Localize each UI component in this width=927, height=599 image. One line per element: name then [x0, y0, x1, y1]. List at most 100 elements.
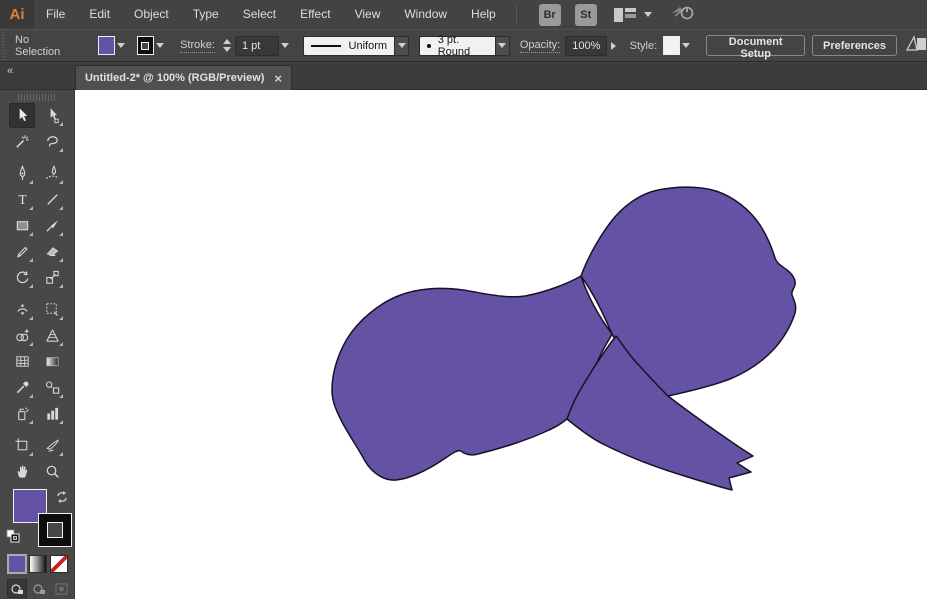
tool-selection[interactable]	[9, 103, 35, 128]
workspace-layout-icon	[613, 7, 636, 22]
tool-shape-builder[interactable]	[9, 323, 35, 348]
tool-perspective-grid[interactable]	[39, 323, 65, 348]
document-tab[interactable]: Untitled-2* @ 100% (RGB/Preview) ×	[75, 65, 292, 90]
tool-symbol-sprayer[interactable]	[9, 401, 35, 426]
draw-normal-icon	[10, 583, 23, 594]
tool-shaper[interactable]	[9, 239, 35, 264]
style-chevron-icon[interactable]	[680, 36, 692, 55]
blob-shape-group[interactable]	[331, 186, 797, 491]
paintbrush-tool-icon	[45, 220, 58, 232]
stroke-label[interactable]: Stroke:	[180, 39, 215, 53]
tool-eraser[interactable]	[39, 239, 65, 264]
draw-inside-button[interactable]	[51, 579, 71, 598]
menu-window[interactable]: Window	[392, 0, 459, 29]
svg-text:T: T	[18, 192, 26, 207]
tool-pen[interactable]	[9, 161, 35, 186]
gpu-performance-icon[interactable]	[670, 3, 696, 26]
tool-line-segment[interactable]	[39, 187, 65, 212]
opacity-arrow-icon[interactable]	[607, 36, 619, 55]
panel-menu-icon[interactable]	[905, 34, 927, 57]
stroke-color-chevron-icon[interactable]	[154, 36, 166, 55]
tool-direct-selection[interactable]	[39, 103, 65, 128]
stroke-weight-chevron-icon[interactable]	[279, 36, 291, 55]
illustrator-window: Ai File Edit Object Type Select Effect V…	[0, 0, 927, 599]
tool-eyedropper[interactable]	[9, 375, 35, 400]
tool-column-graph[interactable]	[39, 401, 65, 426]
bridge-icon[interactable]: Br	[538, 3, 561, 26]
brush-dropdown[interactable]: 3 pt. Round	[419, 34, 496, 58]
workspace-switcher[interactable]	[613, 7, 652, 23]
zoom-tool-icon	[46, 465, 59, 478]
workspace-chevron-icon	[643, 12, 652, 17]
document-setup-button[interactable]: Document Setup	[706, 35, 806, 60]
collapse-panels-button[interactable]: «	[7, 65, 13, 77]
stepper-up-icon[interactable]	[222, 39, 231, 44]
tools-panel-grip[interactable]	[18, 94, 56, 101]
stock-icon[interactable]: St	[574, 3, 597, 26]
fill-color-swatch[interactable]	[97, 36, 115, 55]
shaper-tool-icon	[16, 246, 28, 258]
tool-hand[interactable]	[9, 459, 35, 484]
artboard-tool-icon	[14, 438, 27, 451]
tool-blend[interactable]	[39, 375, 65, 400]
stroke-color-swatch[interactable]	[136, 36, 154, 55]
column-graph-tool-icon	[46, 407, 58, 420]
fill-color-chevron-icon[interactable]	[115, 36, 127, 55]
style-swatch[interactable]	[663, 36, 681, 55]
menu-effect[interactable]: Effect	[288, 0, 342, 29]
tool-mesh[interactable]	[9, 349, 35, 374]
tool-slice[interactable]	[39, 433, 65, 458]
opacity-field[interactable]: 100%	[565, 35, 608, 56]
tool-artboard[interactable]	[9, 433, 35, 458]
fill-stroke-cluster	[0, 487, 74, 553]
artboard-canvas[interactable]	[75, 90, 927, 599]
menu-object[interactable]: Object	[122, 0, 181, 29]
menu-type[interactable]: Type	[181, 0, 231, 29]
default-fill-stroke-icon[interactable]	[6, 529, 20, 548]
tab-close-icon[interactable]: ×	[274, 72, 282, 85]
menu-select[interactable]: Select	[231, 0, 288, 29]
tool-lasso[interactable]	[39, 129, 65, 154]
shape-body[interactable]	[331, 275, 613, 481]
gradient-button[interactable]	[29, 555, 47, 573]
stepper-down-icon[interactable]	[222, 47, 231, 52]
tool-rotate[interactable]	[9, 265, 35, 290]
tool-gradient[interactable]	[39, 349, 65, 374]
preferences-button[interactable]: Preferences	[812, 35, 898, 56]
tool-magic-wand[interactable]	[9, 129, 35, 154]
tool-rectangle[interactable]	[9, 213, 35, 238]
stroke-weight-field[interactable]: 1 pt	[234, 35, 279, 56]
menu-bar: Ai File Edit Object Type Select Effect V…	[0, 0, 927, 29]
tool-free-transform[interactable]	[39, 297, 65, 322]
none-button[interactable]	[50, 555, 68, 573]
draw-normal-button[interactable]	[7, 579, 27, 598]
tool-curvature[interactable]	[39, 161, 65, 186]
tool-paintbrush[interactable]	[39, 213, 65, 238]
tool-width[interactable]	[9, 297, 35, 322]
menu-file[interactable]: File	[34, 0, 77, 29]
drawing-mode-buttons	[0, 579, 74, 598]
toolbar-stroke-swatch[interactable]	[38, 513, 72, 547]
selection-tool-icon	[19, 108, 27, 122]
variable-width-dropdown[interactable]: Uniform	[303, 35, 396, 56]
control-bar-grip[interactable]	[0, 29, 8, 62]
shape-builder-tool-icon	[15, 329, 29, 342]
tool-zoom[interactable]	[39, 459, 65, 484]
opacity-label[interactable]: Opacity:	[519, 39, 561, 53]
free-transform-tool-icon	[45, 303, 59, 318]
swap-fill-stroke-icon[interactable]	[55, 490, 69, 509]
menu-edit[interactable]: Edit	[77, 0, 122, 29]
variable-width-chevron-icon[interactable]	[395, 35, 410, 56]
menu-view[interactable]: View	[343, 0, 393, 29]
tool-type[interactable]: T	[9, 187, 35, 212]
color-button[interactable]	[7, 554, 27, 574]
brush-chevron-icon[interactable]	[495, 35, 510, 56]
stroke-weight-stepper[interactable]	[222, 39, 231, 52]
artwork	[331, 186, 797, 491]
symbol-sprayer-tool-icon	[17, 407, 29, 421]
direct-selection-tool-icon	[50, 108, 59, 124]
draw-behind-button[interactable]	[29, 579, 49, 598]
slice-tool-icon	[45, 439, 59, 452]
tool-scale[interactable]	[39, 265, 65, 290]
menu-help[interactable]: Help	[459, 0, 508, 29]
